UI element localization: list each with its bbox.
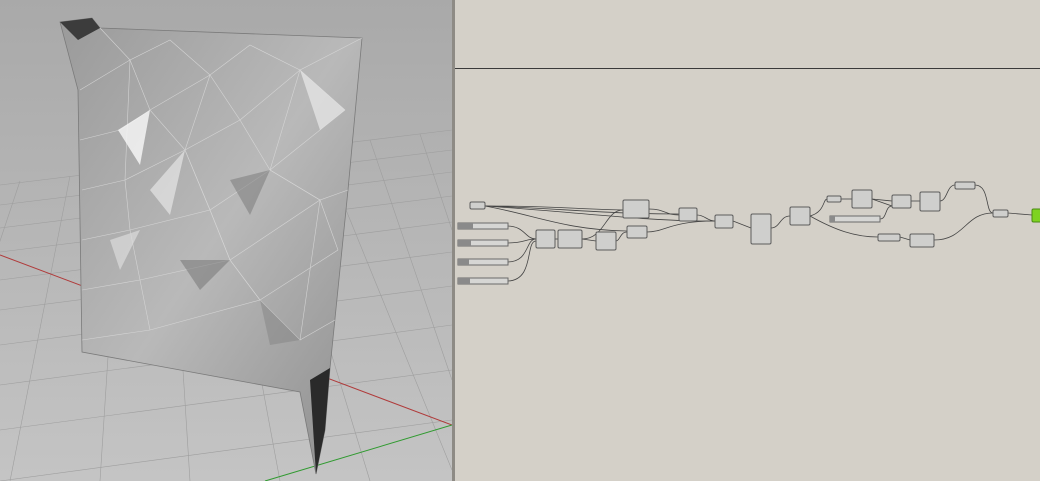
component-m — [919, 191, 941, 212]
component-h — [750, 213, 772, 245]
definition-graph — [457, 181, 1040, 285]
number-slider-5 — [829, 215, 881, 223]
component-a — [535, 229, 556, 249]
component-n — [954, 181, 976, 190]
component-k — [851, 189, 873, 209]
panel-input-node — [469, 201, 486, 210]
component-d — [622, 199, 650, 219]
viewport-scene — [0, 0, 452, 481]
component-e — [626, 225, 648, 239]
component-f — [678, 207, 698, 222]
components — [457, 181, 1040, 285]
component-p — [909, 233, 935, 248]
component-i — [789, 206, 811, 226]
number-slider-3 — [457, 258, 509, 266]
component-j — [826, 195, 842, 203]
component-l — [891, 194, 912, 209]
rhino-perspective-viewport[interactable] — [0, 0, 452, 481]
component-g — [714, 214, 734, 229]
number-slider-4 — [457, 277, 509, 285]
component-q — [992, 209, 1009, 218]
component-c — [595, 231, 617, 251]
output-preview-node — [1031, 208, 1040, 223]
component-b — [557, 229, 583, 249]
number-slider-2 — [457, 239, 509, 247]
component-o — [877, 233, 901, 242]
grasshopper-canvas[interactable] — [455, 0, 1040, 481]
number-slider-1 — [457, 222, 509, 230]
